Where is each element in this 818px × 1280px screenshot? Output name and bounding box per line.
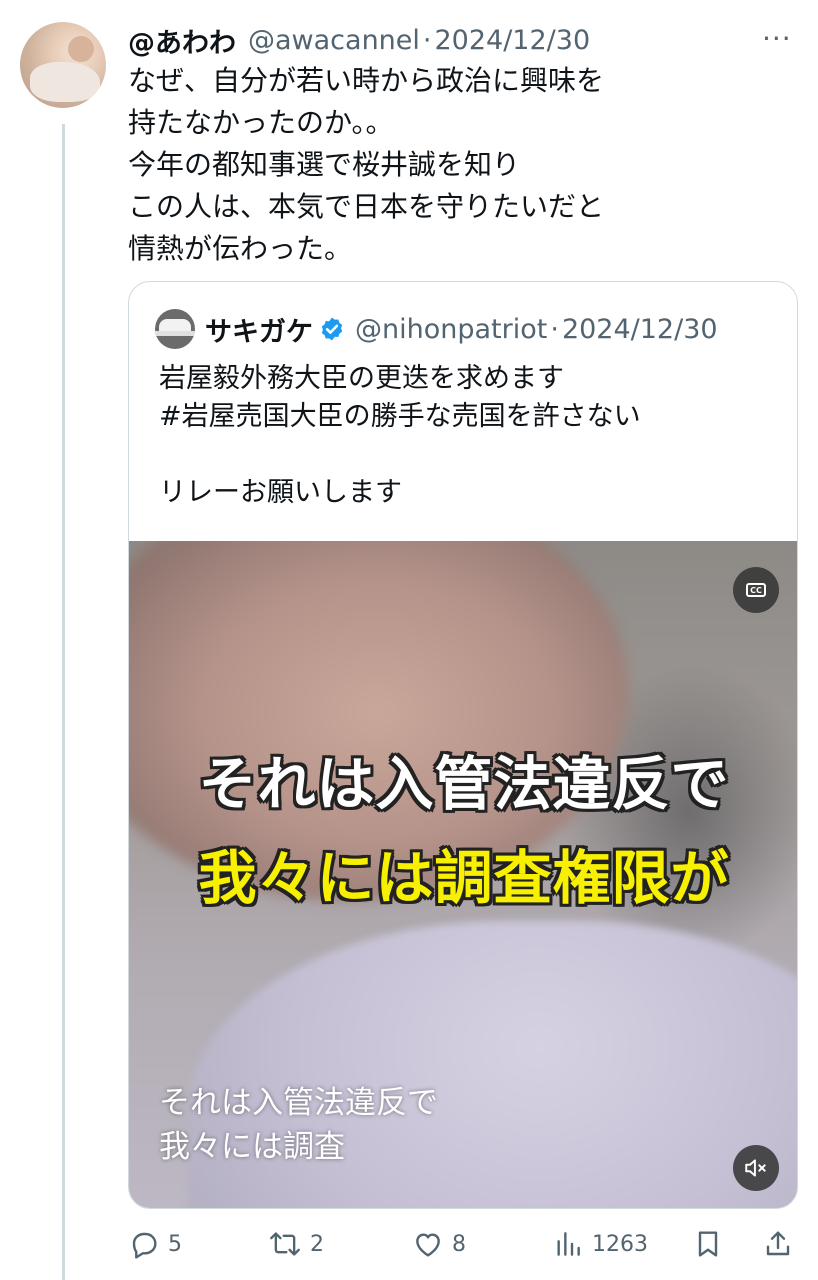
- quote-date[interactable]: 2024/12/30: [562, 314, 718, 345]
- repost-count: 2: [310, 1231, 324, 1257]
- user-handle[interactable]: @awacannel: [248, 25, 420, 56]
- tweet-text-line: 今年の都知事選で桜井誠を知り: [128, 148, 521, 181]
- tweet-text-line: この人は、本気で日本を守りたいだと: [128, 190, 605, 223]
- views-button[interactable]: 1263: [552, 1226, 648, 1262]
- subtitle-line: それは入管法違反で: [159, 1085, 438, 1121]
- avatar-figure: [30, 62, 100, 102]
- avatar-figure-head: [68, 36, 94, 62]
- tweet-text-line: 情熱が伝わった。: [128, 232, 353, 265]
- share-button[interactable]: [762, 1226, 794, 1262]
- quote-user-handle[interactable]: @nihonpatriot: [355, 314, 547, 345]
- reply-icon: [132, 1232, 157, 1259]
- separator: ·: [422, 24, 432, 56]
- quoted-tweet[interactable]: サキガケ @nihonpatriot · 2024/12/30 岩屋毅外務大臣の…: [128, 281, 798, 1209]
- cc-icon: CC: [746, 583, 766, 597]
- bookmark-button[interactable]: [692, 1226, 724, 1262]
- video-caption-white: それは入管法違反で: [198, 750, 730, 818]
- heart-icon: [416, 1233, 440, 1257]
- reply-count: 5: [168, 1231, 182, 1257]
- quote-text-line: [159, 436, 779, 474]
- analytics-icon: [557, 1232, 580, 1256]
- video-caption-yellow: 我々には調査権限が: [198, 844, 730, 912]
- video-player[interactable]: CC それは入管法違反で 我々には調査権限が それは入管法違反で 我々には調査: [129, 541, 797, 1208]
- display-name[interactable]: @あわわ: [128, 21, 236, 60]
- repost-button[interactable]: 2: [268, 1226, 324, 1262]
- speaker-muted-icon: [745, 1159, 766, 1177]
- mute-button[interactable]: [733, 1145, 779, 1191]
- subtitle-line: 我々には調査: [159, 1129, 345, 1165]
- tweet-text-line: なぜ、自分が若い時から政治に興味を: [128, 64, 605, 97]
- bookmark-icon: [698, 1231, 718, 1257]
- like-count: 8: [452, 1231, 466, 1257]
- video-subtitles: それは入管法違反で 我々には調査: [159, 1081, 438, 1169]
- avatar[interactable]: [20, 22, 106, 108]
- closed-captions-button[interactable]: CC: [733, 567, 779, 613]
- more-options-icon[interactable]: ···: [762, 22, 792, 55]
- quote-header: サキガケ @nihonpatriot · 2024/12/30: [155, 306, 718, 352]
- like-button[interactable]: 8: [412, 1226, 466, 1262]
- quote-avatar[interactable]: [155, 309, 195, 349]
- quote-text-line[interactable]: #岩屋売国大臣の勝手な売国を許さない: [159, 398, 779, 436]
- separator: ·: [550, 313, 559, 345]
- quote-text-line: リレーお願いします: [159, 477, 402, 508]
- share-icon: [766, 1231, 790, 1256]
- view-count: 1263: [592, 1231, 648, 1257]
- reply-button[interactable]: 5: [128, 1226, 182, 1262]
- quote-text: 岩屋毅外務大臣の更迭を求めます #岩屋売国大臣の勝手な売国を許さない リレーお願…: [159, 360, 779, 512]
- tweet-text-line: 持たなかったのか。。: [128, 106, 394, 139]
- quote-text-line: 岩屋毅外務大臣の更迭を求めます: [159, 363, 564, 394]
- verified-badge-icon: [319, 316, 345, 342]
- tweet-header: @あわわ @awacannel · 2024/12/30: [128, 20, 590, 60]
- repost-icon: [270, 1232, 300, 1256]
- avatar-hat-brim: [155, 331, 195, 336]
- action-bar: 5 2 8 1263: [128, 1220, 798, 1270]
- tweet-date[interactable]: 2024/12/30: [435, 25, 591, 56]
- quote-display-name[interactable]: サキガケ: [205, 310, 313, 349]
- tweet-text: なぜ、自分が若い時から政治に興味を 持たなかったのか。。 今年の都知事選で桜井誠…: [128, 60, 778, 270]
- thread-line: [62, 124, 65, 1280]
